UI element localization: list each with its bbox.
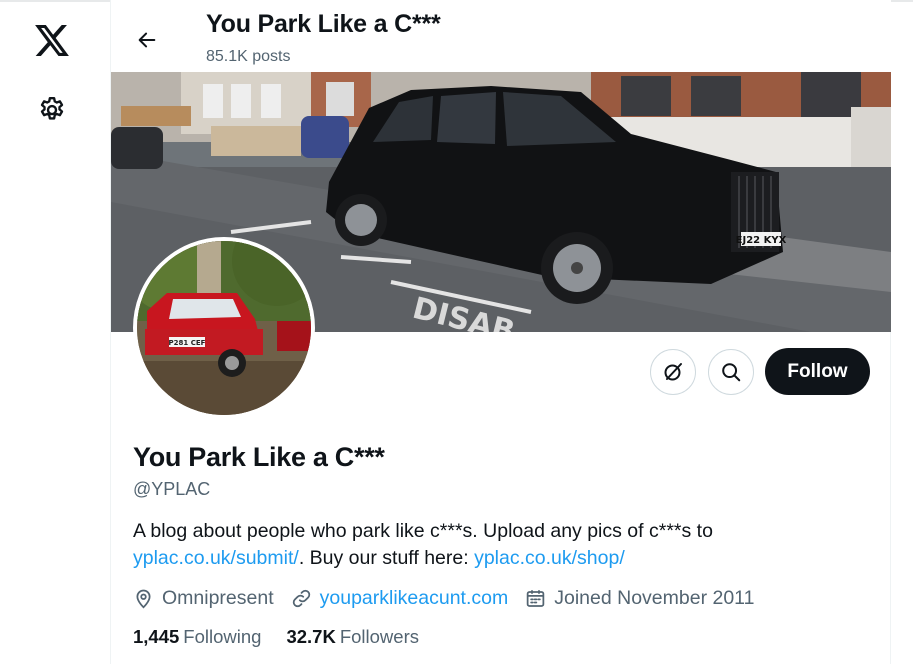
grok-button[interactable] bbox=[650, 349, 696, 395]
settings-button[interactable] bbox=[28, 86, 76, 134]
gear-icon bbox=[40, 96, 64, 120]
avatar-photo: P281 CEF bbox=[137, 241, 311, 415]
posts-count: 85.1K posts bbox=[206, 48, 291, 65]
arrow-left-icon bbox=[138, 32, 156, 48]
location-text: Omnipresent bbox=[162, 586, 274, 609]
banner-plate-text: EJ22 KYX bbox=[736, 235, 787, 246]
following-link[interactable]: 1,445 Following bbox=[133, 626, 261, 648]
bio-link-submit[interactable]: yplac.co.uk/submit/ bbox=[133, 547, 299, 569]
followers-label: Followers bbox=[339, 626, 419, 647]
link-icon bbox=[292, 589, 310, 607]
profile-column: You Park Like a C*** 85.1K posts DISAB E… bbox=[110, 0, 891, 664]
grok-icon bbox=[664, 363, 682, 381]
search-profile-button[interactable] bbox=[708, 349, 754, 395]
back-button[interactable] bbox=[129, 22, 165, 58]
profile-handle: @YPLAC bbox=[133, 479, 211, 499]
following-count: 1,445 bbox=[133, 626, 180, 647]
left-nav bbox=[0, 0, 110, 664]
display-name: You Park Like a C*** bbox=[133, 442, 385, 472]
search-icon bbox=[722, 363, 741, 382]
x-logo-button[interactable] bbox=[28, 16, 76, 64]
website-item: youparklikeacunt.com bbox=[291, 587, 509, 610]
website-link[interactable]: youparklikeacunt.com bbox=[320, 587, 509, 610]
avatar[interactable]: P281 CEF bbox=[133, 237, 315, 419]
location-pin-icon bbox=[136, 589, 151, 608]
follow-button[interactable]: Follow bbox=[765, 348, 870, 395]
following-label: Following bbox=[183, 626, 262, 647]
calendar-icon bbox=[526, 589, 545, 607]
bio-link-shop[interactable]: yplac.co.uk/shop/ bbox=[474, 547, 625, 569]
avatar-plate-text: P281 CEF bbox=[169, 339, 206, 347]
header-title: You Park Like a C*** bbox=[206, 10, 441, 38]
profile-bio: A blog about people who park like c***s.… bbox=[133, 518, 873, 572]
x-logo-icon bbox=[35, 24, 69, 56]
profile-header: You Park Like a C*** 85.1K posts bbox=[111, 0, 891, 72]
bio-text-2: . Buy our stuff here: bbox=[298, 547, 475, 569]
followers-link[interactable]: 32.7K Followers bbox=[286, 626, 419, 648]
followers-count: 32.7K bbox=[286, 626, 336, 647]
joined-text: Joined November 2011 bbox=[554, 586, 755, 609]
bio-text-1: A blog about people who park like c***s.… bbox=[133, 520, 713, 542]
joined-item: Joined November 2011 bbox=[525, 587, 754, 610]
location-item: Omnipresent bbox=[133, 587, 274, 610]
profile-stats: 1,445 Following 32.7K Followers bbox=[133, 626, 444, 648]
profile-meta: Omnipresent youparklikeacunt.com Joined … bbox=[133, 585, 771, 611]
